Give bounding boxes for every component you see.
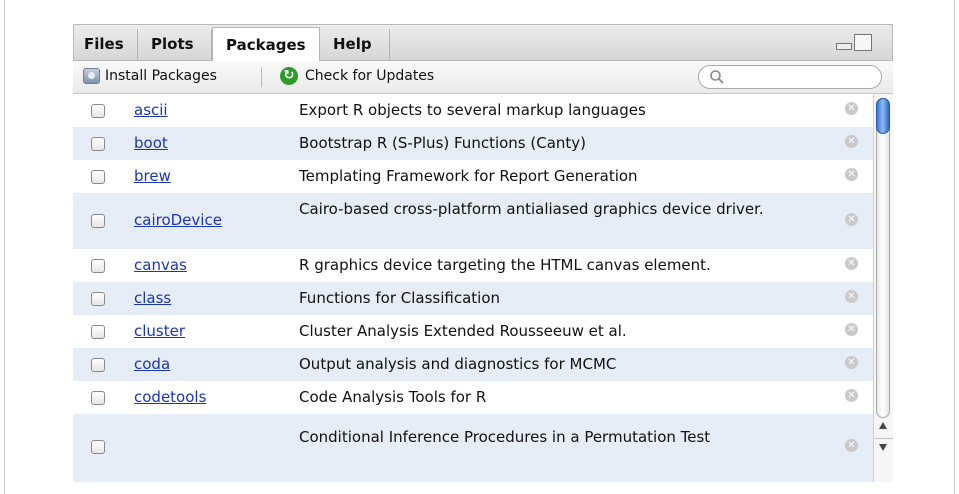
scrollbar[interactable]	[873, 94, 893, 482]
package-link[interactable]: ascii	[134, 101, 168, 119]
package-description: R graphics device targeting the HTML can…	[299, 256, 711, 274]
search-icon	[710, 70, 724, 84]
minimize-icon[interactable]	[836, 43, 852, 50]
tab-bar: Files Plots Packages Help	[73, 24, 893, 62]
package-checkbox[interactable]	[91, 259, 105, 273]
package-row: brew Templating Framework for Report Gen…	[73, 160, 873, 193]
package-link[interactable]: boot	[134, 134, 168, 152]
check-for-updates-label: Check for Updates	[305, 68, 435, 84]
install-packages-label: Install Packages	[105, 68, 217, 84]
packages-pane: Files Plots Packages Help Install Packag…	[73, 24, 893, 482]
remove-icon[interactable]: ✕	[845, 168, 858, 181]
package-checkbox[interactable]	[91, 214, 105, 228]
scrollbar-thumb-highlight	[876, 98, 890, 134]
package-row: Conditional Inference Procedures in a Pe…	[73, 414, 873, 482]
remove-icon[interactable]: ✕	[845, 213, 858, 226]
remove-icon[interactable]: ✕	[845, 135, 858, 148]
package-list: ascii Export R objects to several markup…	[73, 94, 873, 482]
package-checkbox[interactable]	[91, 137, 105, 151]
package-description: Output analysis and diagnostics for MCMC	[299, 355, 617, 373]
remove-icon[interactable]: ✕	[845, 389, 858, 402]
check-for-updates-button[interactable]: ↻ Check for Updates	[280, 67, 480, 87]
maximize-icon[interactable]	[854, 34, 872, 51]
scroll-down-icon[interactable]	[879, 444, 887, 451]
package-checkbox[interactable]	[91, 292, 105, 306]
package-row: coda Output analysis and diagnostics for…	[73, 348, 873, 381]
tab-help[interactable]: Help	[320, 29, 390, 62]
package-link[interactable]: class	[134, 289, 171, 307]
package-description: Export R objects to several markup langu…	[299, 101, 646, 119]
package-link[interactable]: coda	[134, 355, 170, 373]
package-row: ascii Export R objects to several markup…	[73, 94, 873, 127]
package-description: Conditional Inference Procedures in a Pe…	[299, 428, 711, 446]
package-row: codetools Code Analysis Tools for R ✕	[73, 381, 873, 414]
remove-icon[interactable]: ✕	[845, 323, 858, 336]
install-packages-icon	[83, 68, 100, 84]
tab-files[interactable]: Files	[74, 29, 138, 62]
package-description: Templating Framework for Report Generati…	[299, 167, 638, 185]
package-checkbox[interactable]	[91, 391, 105, 405]
refresh-icon: ↻	[280, 67, 298, 85]
tab-packages[interactable]: Packages	[212, 27, 320, 62]
package-description: Bootstrap R (S-Plus) Functions (Canty)	[299, 134, 587, 152]
window-frame-right	[954, 0, 955, 494]
window-frame-left	[4, 0, 5, 494]
package-row: cluster Cluster Analysis Extended Rousse…	[73, 315, 873, 348]
package-row: cairoDevice Cairo-based cross-platform a…	[73, 193, 873, 249]
package-checkbox[interactable]	[91, 440, 105, 454]
package-description: Functions for Classification	[299, 289, 501, 307]
remove-icon[interactable]: ✕	[845, 439, 858, 452]
tab-plots[interactable]: Plots	[138, 29, 212, 62]
package-checkbox[interactable]	[91, 325, 105, 339]
toolbar-divider	[261, 67, 262, 87]
search-input[interactable]	[698, 65, 882, 89]
package-checkbox[interactable]	[91, 170, 105, 184]
package-link[interactable]: codetools	[134, 388, 206, 406]
package-row: class Functions for Classification ✕	[73, 282, 873, 315]
package-row: canvas R graphics device targeting the H…	[73, 249, 873, 282]
package-link[interactable]: brew	[134, 167, 171, 185]
package-checkbox[interactable]	[91, 358, 105, 372]
remove-icon[interactable]: ✕	[845, 257, 858, 270]
package-description: Code Analysis Tools for R	[299, 388, 487, 406]
package-description: Cluster Analysis Extended Rousseeuw et a…	[299, 322, 627, 340]
package-description: Cairo-based cross-platform antialiased g…	[299, 200, 764, 218]
remove-icon[interactable]: ✕	[845, 290, 858, 303]
package-row: boot Bootstrap R (S-Plus) Functions (Can…	[73, 127, 873, 160]
remove-icon[interactable]: ✕	[845, 102, 858, 115]
package-link[interactable]: cluster	[134, 322, 185, 340]
install-packages-button[interactable]: Install Packages	[83, 67, 251, 87]
scroll-arrow-divider	[874, 438, 893, 439]
package-link[interactable]: cairoDevice	[134, 211, 222, 229]
package-checkbox[interactable]	[91, 104, 105, 118]
toolbar: Install Packages ↻ Check for Updates	[73, 61, 893, 94]
scroll-up-icon[interactable]	[879, 422, 887, 429]
package-link[interactable]: canvas	[134, 256, 187, 274]
remove-icon[interactable]: ✕	[845, 356, 858, 369]
scrollbar-thumb[interactable]	[876, 98, 890, 418]
